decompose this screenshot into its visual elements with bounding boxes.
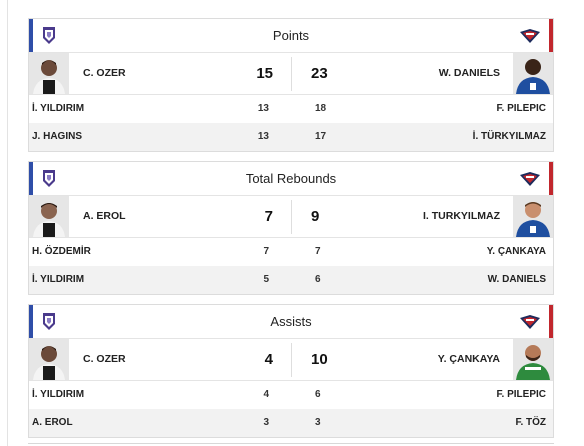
card-title: Assists xyxy=(270,314,312,329)
home-player-name[interactable]: A. EROL xyxy=(32,409,73,437)
home-player-value: 4 xyxy=(263,389,269,400)
away-leader-avatar xyxy=(513,339,553,380)
value-divider xyxy=(291,343,292,377)
away-player-value: 17 xyxy=(315,131,327,142)
away-leader-value: 10 xyxy=(311,351,328,368)
leader-card-assists: Assists C. OZER 4 10 Y. ÇANKAYA İ. YILDI… xyxy=(28,304,554,438)
value-divider xyxy=(291,57,292,91)
home-player-name[interactable]: İ. YILDIRIM xyxy=(32,266,84,294)
card-title: Points xyxy=(272,28,310,43)
leader-list-row: A. EROL 3 3 F. TÖZ xyxy=(29,409,553,437)
away-player-value: 18 xyxy=(315,103,327,114)
leader-card-points: Points C. OZER 15 23 W. DANIELS İ. YILDI… xyxy=(28,18,554,152)
card-header: Total Rebounds xyxy=(29,162,553,196)
card-header: Assists xyxy=(29,305,553,339)
away-team-logo-icon xyxy=(520,29,540,43)
leader-list-row: İ. YILDIRIM 5 6 W. DANIELS xyxy=(29,266,553,294)
home-leader-name[interactable]: C. OZER xyxy=(83,53,126,94)
leader-row: C. OZER 15 23 W. DANIELS xyxy=(29,53,553,95)
home-leader-avatar xyxy=(29,339,69,380)
home-leader-name[interactable]: A. EROL xyxy=(83,196,126,237)
home-leader-value: 15 xyxy=(256,65,273,82)
home-player-name[interactable]: J. HAGINS xyxy=(32,123,82,151)
away-leader-avatar xyxy=(513,196,553,237)
home-player-value: 13 xyxy=(257,131,269,142)
leader-list-row: İ. YILDIRIM 4 6 F. PILEPIC xyxy=(29,381,553,409)
home-player-name[interactable]: İ. YILDIRIM xyxy=(32,95,84,123)
away-player-name[interactable]: F. PILEPIC xyxy=(497,381,546,409)
home-player-value: 3 xyxy=(263,417,269,428)
home-player-value: 7 xyxy=(263,246,269,257)
home-player-name[interactable]: H. ÖZDEMİR xyxy=(32,238,91,266)
away-team-logo-icon xyxy=(520,172,540,186)
card-title: Total Rebounds xyxy=(245,171,337,186)
away-team-logo-icon xyxy=(520,315,540,329)
away-leader-value: 9 xyxy=(311,208,320,225)
away-player-value: 3 xyxy=(315,417,321,428)
away-player-name[interactable]: F. PILEPIC xyxy=(497,95,546,123)
away-player-value: 6 xyxy=(315,274,321,285)
card-header: Points xyxy=(29,19,553,53)
away-accent-bar xyxy=(549,305,553,338)
away-accent-bar xyxy=(549,162,553,195)
value-divider xyxy=(291,200,292,234)
away-player-name[interactable]: F. TÖZ xyxy=(515,409,546,437)
home-player-name[interactable]: İ. YILDIRIM xyxy=(32,381,84,409)
home-player-value: 5 xyxy=(263,274,269,285)
page-left-border xyxy=(0,0,8,446)
away-player-name[interactable]: İ. TÜRKYILMAZ xyxy=(473,123,546,151)
home-leader-value: 7 xyxy=(264,208,273,225)
away-leader-name[interactable]: Y. ÇANKAYA xyxy=(438,339,500,380)
home-player-value: 13 xyxy=(257,103,269,114)
away-leader-avatar xyxy=(513,53,553,94)
away-leader-value: 23 xyxy=(311,65,328,82)
away-leader-name[interactable]: I. TURKYILMAZ xyxy=(423,196,500,237)
leader-list-row: H. ÖZDEMİR 7 7 Y. ÇANKAYA xyxy=(29,238,553,266)
leader-row: A. EROL 7 9 I. TURKYILMAZ xyxy=(29,196,553,238)
next-card-edge xyxy=(28,443,554,444)
home-leader-name[interactable]: C. OZER xyxy=(83,339,126,380)
leader-list-row: İ. YILDIRIM 13 18 F. PILEPIC xyxy=(29,95,553,123)
away-leader-name[interactable]: W. DANIELS xyxy=(439,53,500,94)
away-player-name[interactable]: W. DANIELS xyxy=(488,266,546,294)
leader-card-rebounds: Total Rebounds A. EROL 7 9 I. TURKYILMAZ xyxy=(28,161,554,295)
away-accent-bar xyxy=(549,19,553,52)
home-leader-value: 4 xyxy=(264,351,273,368)
away-player-name[interactable]: Y. ÇANKAYA xyxy=(487,238,546,266)
away-player-value: 6 xyxy=(315,389,321,400)
home-leader-avatar xyxy=(29,53,69,94)
leader-list-row: J. HAGINS 13 17 İ. TÜRKYILMAZ xyxy=(29,123,553,151)
home-leader-avatar xyxy=(29,196,69,237)
leader-row: C. OZER 4 10 Y. ÇANKAYA xyxy=(29,339,553,381)
away-player-value: 7 xyxy=(315,246,321,257)
